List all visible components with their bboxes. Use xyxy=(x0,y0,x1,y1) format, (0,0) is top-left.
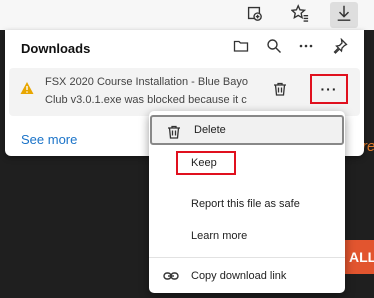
menu-item-learn-more-label: Learn more xyxy=(191,230,248,242)
download-more-actions-button[interactable]: ··· xyxy=(310,74,348,104)
download-context-menu: Delete Keep Report this file as safe Lea… xyxy=(149,111,345,293)
search-icon xyxy=(266,38,282,59)
menu-item-copy-link[interactable]: Copy download link xyxy=(149,261,345,291)
favorites-icon xyxy=(290,3,309,27)
pin-icon xyxy=(332,37,348,59)
more-icon xyxy=(298,38,314,59)
download-message-line-2: Club v3.0.1.exe was blocked because it c xyxy=(45,94,247,106)
menu-item-learn-more[interactable]: Learn more xyxy=(149,221,345,251)
link-icon xyxy=(163,268,179,284)
search-downloads-button[interactable] xyxy=(263,38,285,58)
trash-icon xyxy=(166,124,182,140)
open-folder-button[interactable] xyxy=(230,38,252,58)
menu-item-delete[interactable]: Delete xyxy=(150,115,344,145)
menu-item-delete-label: Delete xyxy=(194,124,226,136)
pin-flyout-button[interactable] xyxy=(329,37,351,59)
extensions-button[interactable] xyxy=(240,2,268,28)
menu-item-copy-link-label: Copy download link xyxy=(191,270,287,282)
favorites-button[interactable] xyxy=(286,2,314,28)
menu-item-report-safe[interactable]: Report this file as safe xyxy=(149,189,345,219)
browser-toolbar xyxy=(0,0,374,30)
download-message: FSX 2020 Course Installation - Blue Bayo… xyxy=(45,73,271,111)
downloads-icon xyxy=(335,4,353,27)
background-button-fragment: ALL xyxy=(343,240,374,274)
menu-item-report-safe-label: Report this file as safe xyxy=(191,198,300,210)
menu-item-keep[interactable]: Keep xyxy=(149,148,345,178)
menu-item-keep-label: Keep xyxy=(191,157,217,169)
more-options-button[interactable] xyxy=(295,38,317,58)
see-more-link[interactable]: See more xyxy=(21,132,77,147)
extensions-icon xyxy=(245,4,263,27)
trash-icon xyxy=(272,81,288,102)
delete-download-button[interactable] xyxy=(269,80,291,102)
downloads-button[interactable] xyxy=(330,2,358,28)
download-message-line-1: FSX 2020 Course Installation - Blue Bayo xyxy=(45,76,249,88)
menu-divider xyxy=(149,257,345,258)
download-item[interactable]: FSX 2020 Course Installation - Blue Bayo… xyxy=(9,68,360,116)
warning-icon xyxy=(20,82,34,94)
folder-icon xyxy=(233,38,249,59)
downloads-title: Downloads xyxy=(21,41,91,56)
